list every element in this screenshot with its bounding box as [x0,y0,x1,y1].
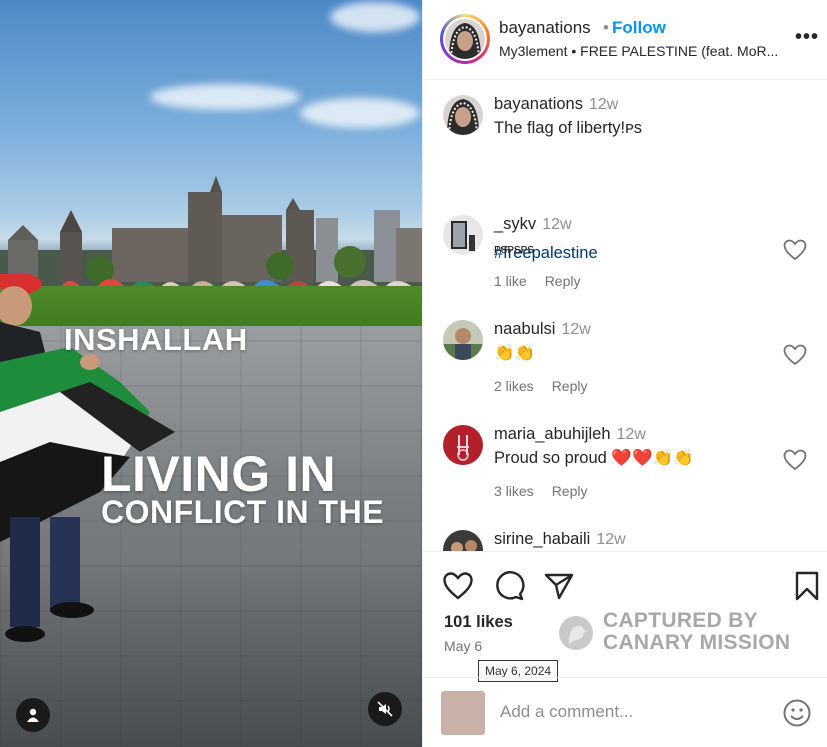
watermark-line-1: CAPTURED BY [603,609,758,632]
user-icon [27,708,39,722]
muted-speaker-icon [377,701,393,717]
comment-meta: 2 likes Reply [494,378,605,394]
tagged-users-button[interactable] [16,698,50,732]
cloud [330,2,420,32]
canary-logo-icon [559,616,593,650]
post-media[interactable]: INSHALLAH LIVING IN CONFLICT IN THE [0,0,422,747]
separator-dot: • [603,18,609,37]
mute-button[interactable] [368,692,402,726]
like-heart-icon[interactable] [442,570,474,602]
reply-button[interactable]: Reply [545,273,581,289]
avatar[interactable] [443,320,483,360]
share-paper-plane-icon[interactable] [543,570,575,602]
more-options-icon[interactable]: ••• [795,26,819,49]
watermark: CAPTURED BY CANARY MISSION [559,610,819,660]
comment-username[interactable]: naabulsi 12w [494,320,591,339]
save-bookmark-icon[interactable] [791,570,823,602]
like-comment-heart-icon[interactable] [783,344,807,366]
add-comment-input[interactable]: Add a comment... [500,702,633,722]
comment-item: naabulsi 12w 👏👏 2 likes Reply [443,320,823,400]
comment-text: ᴘsᴘsᴘs [494,241,534,256]
comment-meta: 3 likes Reply [494,483,605,499]
comment-likes[interactable]: 1 like [494,273,527,289]
overlay-text-line-1: INSHALLAH [64,322,248,357]
comment-item: maria_abuhijleh 12w Proud so proud ❤️❤️👏👏… [443,425,823,505]
overlay-text-line-3: CONFLICT IN THE [101,494,385,530]
comment-time: 12w [561,321,591,338]
comment-text: 👏👏 [494,344,536,362]
post-author-username[interactable]: bayanations [499,18,591,38]
likes-count[interactable]: 101 likes [444,613,513,632]
watermark-text: CAPTURED BY CANARY MISSION [603,610,790,654]
avatar[interactable] [443,530,483,551]
current-user-avatar [441,691,485,735]
audio-track-link[interactable]: My3lement • FREE PALESTINE (feat. MoR... [499,43,789,59]
like-comment-heart-icon[interactable] [783,239,807,261]
avatar [445,19,485,59]
comment-bubble-icon[interactable] [493,570,525,602]
post-date[interactable]: May 6 [444,638,482,654]
follow-button[interactable]: Follow [612,18,666,38]
reply-button[interactable]: Reply [552,483,588,499]
post-actions: 101 likes May 6 CAPTURED BY CANARY MISSI… [423,551,827,682]
comment-likes[interactable]: 3 likes [494,483,534,499]
caption-text: The flag of liberty!ᴘs [494,119,642,137]
username[interactable]: _sykv [494,215,536,233]
caption-username[interactable]: bayanations 12w [494,95,618,114]
cloud [150,84,300,110]
comments-list[interactable]: bayanations 12w The flag of liberty!ᴘs #f… [423,81,827,551]
username[interactable]: sirine_habaili [494,530,590,548]
comment-time: 12w [542,216,572,233]
username[interactable]: maria_abuhijleh [494,425,611,443]
username[interactable]: bayanations [494,95,583,113]
comment-text: Proud so proud ❤️❤️👏👏 [494,449,694,467]
post-header: bayanations • Follow My3lement • FREE PA… [423,0,827,80]
comment-time: 12w [616,426,646,443]
comment-username[interactable]: sirine_habaili 12w [494,530,626,549]
caption-time: 12w [589,96,619,113]
post-details-panel: bayanations • Follow My3lement • FREE PA… [422,0,827,747]
comment-username[interactable]: _sykv 12w [494,215,572,234]
comment-item: sirine_habaili 12w [443,530,823,551]
cloud [300,98,420,128]
add-comment-bar: Add a comment... [423,677,827,747]
comment-username[interactable]: maria_abuhijleh 12w [494,425,646,444]
watermark-line-2: CANARY MISSION [603,631,791,654]
story-ring-avatar[interactable] [440,14,490,64]
like-comment-heart-icon[interactable] [783,449,807,471]
username[interactable]: naabulsi [494,320,555,338]
comment-item: _sykv 12w ᴘsᴘsᴘs 1 like Reply [443,215,823,295]
reply-button[interactable]: Reply [552,378,588,394]
avatar[interactable] [443,425,483,465]
comment-meta: 1 like Reply [494,273,598,289]
emoji-icon[interactable] [782,698,812,728]
avatar[interactable] [443,95,483,135]
comment-likes[interactable]: 2 likes [494,378,534,394]
comment-time: 12w [596,531,626,548]
avatar[interactable] [443,215,483,255]
